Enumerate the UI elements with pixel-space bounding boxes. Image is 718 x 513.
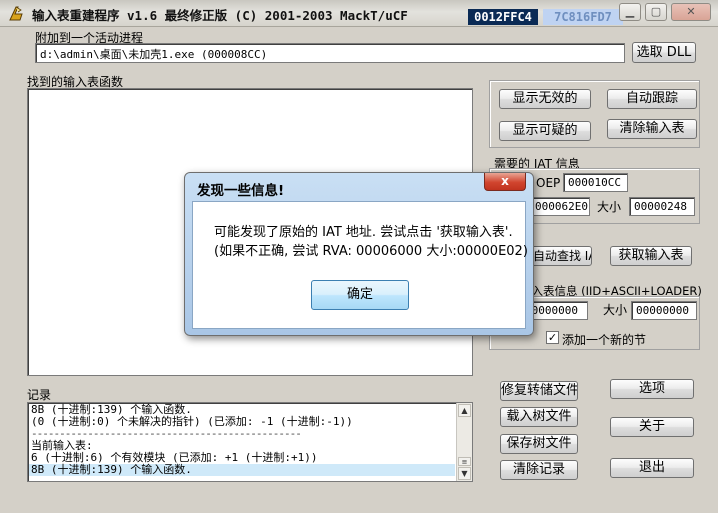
scroll-up-icon[interactable]: ▲ [458, 404, 471, 417]
log-label: 记录 [27, 388, 52, 402]
close-window-button[interactable]: ✕ [671, 3, 711, 21]
iat-rva-field[interactable]: 000062E0 [530, 197, 590, 216]
dialog-message-line2: (如果不正确, 尝试 RVA: 00006000 大小:00000E02) [214, 244, 528, 259]
loader-size-label: 大小 [603, 303, 628, 317]
app-icon [9, 6, 23, 21]
clear-log-button[interactable]: 清除记录 [500, 460, 578, 480]
hex-address-secondary: 7C816FD7 [543, 9, 623, 25]
maximize-icon: ▢ [650, 5, 662, 18]
loader-size-field[interactable]: 00000000 [631, 301, 697, 320]
load-tree-button[interactable]: 载入树文件 [500, 407, 578, 427]
dialog-close-button[interactable]: x [484, 173, 526, 191]
window-title: 输入表重建程序 v1.6 最终修正版 (C) 2001-2003 MackT/u… [32, 8, 408, 23]
save-tree-button[interactable]: 保存树文件 [500, 434, 578, 454]
dialog-title: 发现一些信息! [197, 183, 285, 199]
about-button[interactable]: 关于 [610, 417, 694, 437]
close-icon: ✕ [686, 5, 696, 18]
iat-size-label: 大小 [597, 200, 622, 214]
exit-button[interactable]: 退出 [610, 458, 694, 478]
dialog-body: 可能发现了原始的 IAT 地址. 尝试点击 '获取输入表'. (如果不正确, 尝… [192, 201, 528, 329]
restore-dump-button[interactable]: 修复转储文件 [500, 381, 578, 401]
options-button[interactable]: 选项 [610, 379, 694, 399]
add-section-label: 添加一个新的节 [562, 333, 647, 347]
clear-imports-button[interactable]: 清除输入表 [607, 119, 697, 139]
select-dll-button[interactable]: 选取 DLL [632, 42, 696, 63]
show-suspect-button[interactable]: 显示可疑的 [499, 121, 591, 141]
ok-button[interactable]: 确定 [311, 280, 409, 310]
oep-label: OEP [536, 176, 561, 190]
process-select[interactable]: d:\admin\桌面\未加壳1.exe (000008CC) [35, 43, 625, 63]
log-line-selected: 8B (十进制:139) 个输入函数. [29, 464, 455, 476]
maximize-button[interactable]: ▢ [645, 3, 667, 21]
show-invalid-button[interactable]: 显示无效的 [499, 89, 591, 109]
scroll-thumb[interactable]: ≡ [458, 457, 471, 466]
close-icon: x [501, 174, 509, 188]
dialog-message-line1: 可能发现了原始的 IAT 地址. 尝试点击 '获取输入表'. [214, 225, 513, 240]
minimize-button[interactable]: ▁ [619, 3, 641, 21]
auto-trace-button[interactable]: 自动跟踪 [607, 89, 697, 109]
scroll-down-icon[interactable]: ▼ [458, 467, 471, 480]
oep-field[interactable]: 000010CC [563, 173, 628, 192]
info-dialog: 发现一些信息! x 可能发现了原始的 IAT 地址. 尝试点击 '获取输入表'.… [184, 172, 534, 336]
log-list[interactable]: 8B (十进制:139) 个输入函数. (0 (十进制:0) 个未解决的指针) … [27, 402, 473, 482]
iat-size-field[interactable]: 00000248 [629, 197, 695, 216]
add-section-checkbox[interactable]: ✓ [546, 331, 559, 344]
minimize-icon: ▁ [625, 5, 635, 18]
log-scrollbar[interactable]: ▲ ≡ ▼ [456, 403, 472, 481]
checkmark-icon: ✓ [547, 331, 558, 344]
get-imports-button[interactable]: 获取输入表 [610, 246, 692, 266]
hex-address-primary: 0012FFC4 [468, 9, 538, 25]
